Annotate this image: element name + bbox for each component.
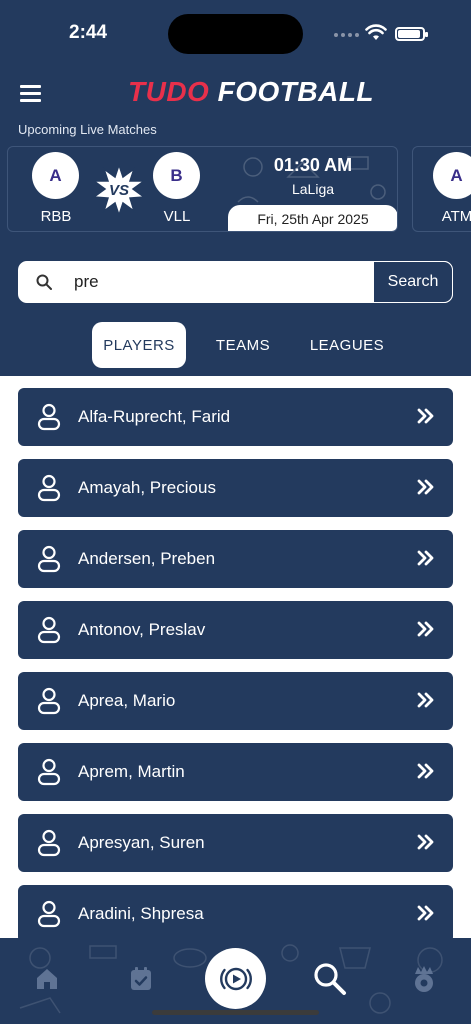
person-icon xyxy=(37,403,61,431)
status-time: 2:44 xyxy=(69,22,108,43)
home-icon[interactable] xyxy=(34,966,60,992)
double-chevron-right-icon xyxy=(417,834,434,850)
player-name: Amayah, Precious xyxy=(78,478,216,497)
player-row[interactable]: Antonov, Preslav xyxy=(18,601,453,659)
battery-icon xyxy=(395,27,428,41)
person-icon xyxy=(37,829,61,857)
player-name: Aradini, Shpresa xyxy=(78,904,204,923)
person-icon xyxy=(37,687,61,715)
match-time: 01:30 AM xyxy=(273,155,353,175)
match-league: LaLiga xyxy=(291,181,335,197)
player-name: Aprea, Mario xyxy=(78,691,176,710)
double-chevron-right-icon xyxy=(417,408,434,424)
hamburger-menu-icon[interactable] xyxy=(20,85,41,102)
person-icon xyxy=(37,616,61,644)
cellular-signal-icon xyxy=(334,33,359,37)
search-icon[interactable] xyxy=(313,962,347,996)
person-icon xyxy=(37,474,61,502)
player-name: Aprem, Martin xyxy=(78,762,185,781)
live-play-button[interactable] xyxy=(205,948,266,1009)
match-date: Fri, 25th Apr 2025 xyxy=(228,205,397,231)
double-chevron-right-icon xyxy=(417,621,434,637)
home-indicator xyxy=(152,1010,319,1015)
away-team-badge: B xyxy=(153,152,200,199)
player-row[interactable]: Aprem, Martin xyxy=(18,743,453,801)
calendar-check-icon[interactable] xyxy=(129,966,153,992)
wifi-icon xyxy=(365,24,387,40)
player-name: Alfa-Ruprecht, Farid xyxy=(78,407,231,426)
match-card[interactable]: A ATM xyxy=(412,146,471,232)
search-button[interactable]: Search xyxy=(373,261,453,303)
dynamic-island xyxy=(168,14,303,54)
club-crest-icon[interactable] xyxy=(411,965,437,993)
player-row[interactable]: Andersen, Preben xyxy=(18,530,453,588)
player-name: Apresyan, Suren xyxy=(78,833,205,852)
player-row[interactable]: Apresyan, Suren xyxy=(18,814,453,872)
match-card[interactable]: A RBB VS B VLL 01:30 AM LaLiga Fri, 25th… xyxy=(7,146,398,232)
player-list: Alfa-Ruprecht, Farid Amayah, Precious An… xyxy=(18,388,453,956)
tab-teams[interactable]: TEAMS xyxy=(204,322,282,368)
player-row[interactable]: Amayah, Precious xyxy=(18,459,453,517)
search-input[interactable] xyxy=(74,262,374,302)
logo-text-primary: TUDO xyxy=(128,76,210,107)
upcoming-matches-label: Upcoming Live Matches xyxy=(18,122,157,137)
person-icon xyxy=(37,900,61,928)
person-icon xyxy=(37,545,61,573)
app-logo: TUDO FOOTBALL xyxy=(128,76,374,108)
player-row[interactable]: Aradini, Shpresa xyxy=(18,885,453,943)
player-name: Andersen, Preben xyxy=(78,549,216,568)
tab-players[interactable]: PLAYERS xyxy=(92,322,186,368)
vs-label: VS xyxy=(109,182,129,199)
home-team-name: ATM xyxy=(441,208,471,225)
person-icon xyxy=(37,758,61,786)
player-row[interactable]: Aprea, Mario xyxy=(18,672,453,730)
player-name: Antonov, Preslav xyxy=(78,620,206,639)
home-team-badge: A xyxy=(32,152,79,199)
double-chevron-right-icon xyxy=(417,905,434,921)
app-header: 2:44 TUDO FOOTBALL Upcoming Live Matches… xyxy=(0,0,471,376)
status-bar: 2:44 xyxy=(0,0,471,64)
double-chevron-right-icon xyxy=(417,479,434,495)
home-team-badge: A xyxy=(433,152,471,199)
tab-leagues[interactable]: LEAGUES xyxy=(300,322,394,368)
double-chevron-right-icon xyxy=(417,692,434,708)
home-team-name: RBB xyxy=(40,208,72,225)
player-row[interactable]: Alfa-Ruprecht, Farid xyxy=(18,388,453,446)
double-chevron-right-icon xyxy=(417,763,434,779)
live-play-icon xyxy=(219,967,252,990)
search-icon xyxy=(36,274,52,290)
away-team-name: VLL xyxy=(163,208,191,225)
double-chevron-right-icon xyxy=(417,550,434,566)
vs-icon: VS xyxy=(92,163,146,217)
search-bar: Search xyxy=(18,261,453,303)
logo-text-secondary: FOOTBALL xyxy=(217,76,375,107)
